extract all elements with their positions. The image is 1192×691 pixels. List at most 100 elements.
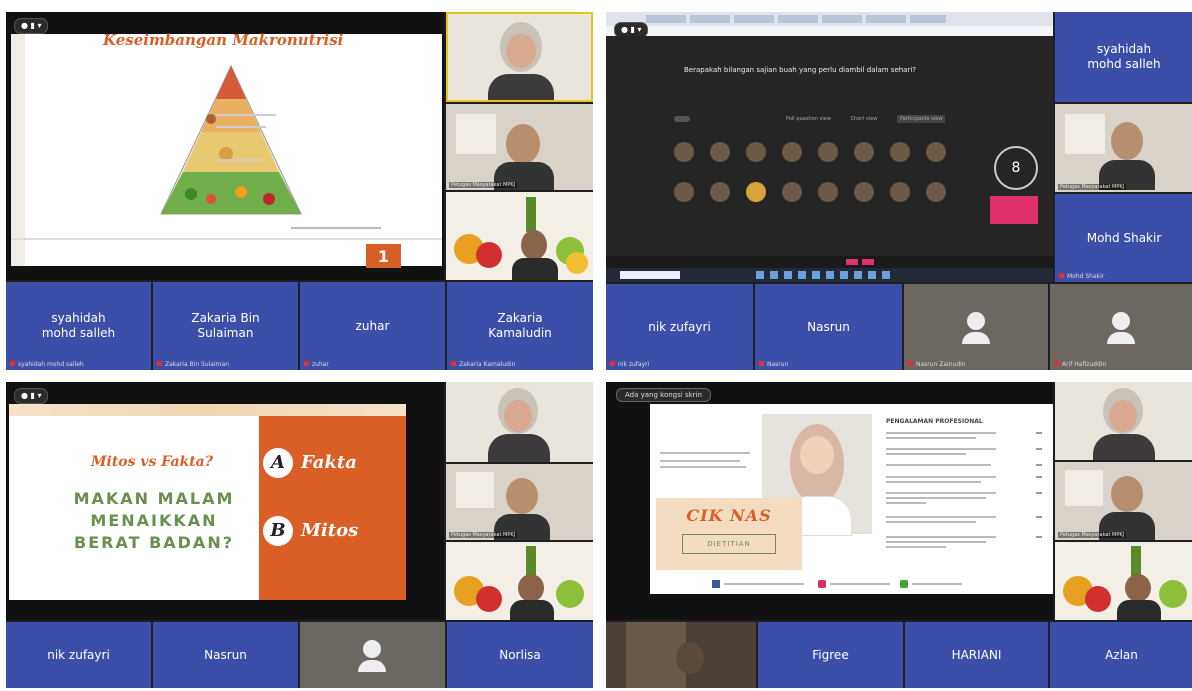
option-b-badge: B	[263, 516, 293, 546]
food-pyramid-image	[160, 64, 302, 215]
options-panel: A Fakta B Mitos	[259, 416, 406, 600]
slide: Keseimbangan Makronutrisi 1	[11, 31, 442, 268]
slide: Mitos vs Fakta? MAKAN MALAM MENAIKKAN BE…	[9, 404, 406, 600]
slide-statement: MAKAN MALAM MENAIKKAN BERAT BADAN?	[73, 489, 235, 552]
poll-counter: 8	[994, 146, 1038, 190]
experience-list	[886, 432, 1042, 548]
poll-counter-small	[674, 116, 690, 122]
slide-role: DIETITIAN	[682, 534, 776, 554]
slide-title: Keseimbangan Makronutrisi	[103, 31, 344, 49]
poll-counter-value: 8	[1011, 160, 1021, 176]
video-tile-2: Petugas Masyarakat MPKJ	[446, 104, 593, 190]
slide: CIK NAS DIETITIAN PENGALAMAN PROFESIONAL	[650, 404, 1053, 594]
participant-name: Norlisa	[499, 647, 541, 662]
option-a-text: Fakta	[301, 452, 357, 473]
participant-tile-no-video: Arif Hafizuddin	[1050, 284, 1192, 370]
participant-tile: Zakaria Kamaludin Zakaria Kamaludin	[447, 282, 593, 370]
tab-question-view[interactable]: Poll question view	[786, 116, 831, 122]
participant-avatars	[674, 142, 946, 202]
participant-label: zuhar	[304, 361, 329, 369]
participant-name: Mohd Shakir	[1086, 230, 1162, 245]
banner-text: Ada yang kongsi skrin	[625, 391, 702, 399]
slide-number-badge: 1	[366, 244, 401, 268]
participant-name: nik zufayri	[47, 647, 110, 662]
participant-tile: nik zufayri nik zufayri	[606, 284, 753, 370]
video-tile-2: Petugas Masyarakat MPKJ	[1055, 104, 1192, 192]
video-tile-2: Petugas Masyarakat MPKJ	[446, 464, 593, 540]
video-tile-3	[446, 192, 593, 280]
participant-name: zuhar	[355, 318, 390, 333]
participant-tile: Zakaria Bin Sulaiman Zakaria Bin Sulaima…	[153, 282, 298, 370]
meeting-toolbar	[606, 256, 1053, 268]
browser-tab-bar	[606, 12, 1053, 26]
participant-name: Nasrun	[807, 319, 850, 334]
participant-tile-no-video	[300, 622, 445, 688]
participant-name: nik zufayri	[648, 319, 711, 334]
name-card: CIK NAS DIETITIAN	[656, 498, 802, 570]
option-a-letter: A	[271, 452, 285, 473]
participant-label: Zakaria Kamaludin	[451, 361, 515, 369]
section-title: PENGALAMAN PROFESIONAL	[886, 418, 983, 425]
tab-chart-view[interactable]: Chart view	[851, 116, 878, 122]
participant-label: Nasrun Zainudin	[908, 361, 966, 369]
option-b-letter: B	[270, 520, 286, 541]
poll-question: Berapakah bilangan sajian buah yang perl…	[684, 66, 917, 74]
poll-screen: Berapakah bilangan sajian buah yang perl…	[606, 36, 1053, 256]
participant-label: nik zufayri	[610, 361, 649, 369]
video-tile-speaker	[446, 382, 593, 462]
participant-name: Azlan	[1105, 647, 1138, 662]
view-options-pill[interactable]: ● ▮ ▾	[14, 18, 49, 34]
participant-name: Zakaria Kamaludin	[488, 311, 552, 340]
whatsapp-icon	[900, 580, 908, 588]
tab-participants-view[interactable]: Participants view	[897, 115, 946, 123]
meeting-panel-4: Ada yang kongsi skrin CIK NAS DIETITIAN …	[606, 382, 1192, 688]
facebook-icon	[712, 580, 720, 588]
meeting-panel-2: ● ▮ ▾ Berapakah bilangan sajian buah yan…	[606, 12, 1192, 370]
participant-tile: Norlisa	[447, 622, 593, 688]
participant-name: Figree	[812, 647, 849, 662]
instagram-icon	[818, 580, 826, 588]
taskbar	[606, 268, 1053, 282]
poll-tabs: Poll question view Chart view Participan…	[786, 115, 946, 123]
participant-name: Nasrun	[204, 647, 247, 662]
video-tile-3	[446, 542, 593, 620]
browser-address-bar	[606, 26, 1053, 36]
participant-tile: Nasrun Nasrun	[755, 284, 902, 370]
video-tile-3	[1055, 542, 1192, 620]
meeting-panel-3: ● ▮ ▾ Mitos vs Fakta? MAKAN MALAM MENAIK…	[6, 382, 593, 688]
participant-tile: Nasrun	[153, 622, 298, 688]
participant-label: Nasrun	[759, 361, 788, 369]
participant-name: Zakaria Bin Sulaiman	[191, 311, 260, 340]
option-a-badge: A	[263, 448, 293, 478]
participant-name: syahidah mohd salleh	[41, 311, 116, 340]
screen-share-banner[interactable]: Ada yang kongsi skrin	[616, 388, 711, 402]
video-tile-speaker	[1055, 382, 1192, 460]
participant-tile: nik zufayri	[6, 622, 151, 688]
participant-label: syahidah mohd salleh	[10, 361, 84, 369]
meeting-panel-1: Keseimbangan Makronutrisi 1 ● ▮ ▾ Petuga…	[6, 12, 593, 370]
slide-question: Mitos vs Fakta?	[91, 454, 213, 470]
participant-tile: Azlan	[1050, 622, 1192, 688]
option-b-text: Mitos	[301, 520, 359, 541]
participant-tile: HARIANI	[905, 622, 1048, 688]
participant-tile: syahidah mohd salleh	[1055, 12, 1192, 102]
participant-label: Arif Hafizuddin	[1054, 361, 1106, 369]
person-icon	[363, 640, 381, 658]
video-tile-speaker	[446, 12, 593, 102]
view-options-pill[interactable]: ● ▮ ▾	[14, 388, 49, 404]
person-icon	[1112, 312, 1130, 330]
poll-popup	[990, 196, 1038, 224]
slide-number: 1	[377, 247, 390, 266]
video-tile-2: Petugas Masyarakat MPKJ	[1055, 462, 1192, 540]
video-tile-bottom	[606, 622, 756, 688]
participant-name: syahidah mohd salleh	[1087, 42, 1161, 71]
participant-label: Mohd Shakir	[1059, 273, 1104, 281]
participant-tile: zuhar zuhar	[300, 282, 445, 370]
person-icon	[967, 312, 985, 330]
participant-name: HARIANI	[951, 647, 1002, 662]
participant-tile: Mohd Shakir Mohd Shakir	[1055, 194, 1192, 282]
participant-tile: Figree	[758, 622, 903, 688]
participant-tile-no-video: Nasrun Zainudin	[904, 284, 1048, 370]
participant-tile: syahidah mohd salleh syahidah mohd salle…	[6, 282, 151, 370]
slide-name: CIK NAS	[686, 506, 772, 525]
